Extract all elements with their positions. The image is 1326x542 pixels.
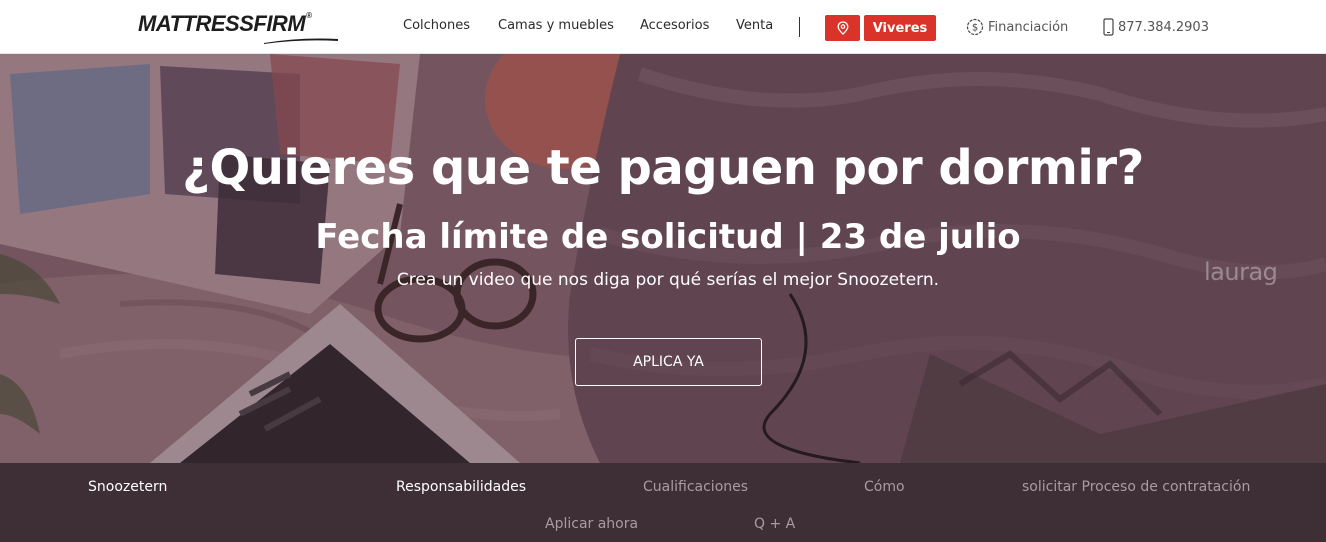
section-nav-cualificaciones[interactable]: Cualificaciones (643, 479, 748, 495)
phone-number: 877.384.2903 (1118, 19, 1209, 35)
section-nav-qa[interactable]: Q + A (754, 516, 795, 532)
mattress-firm-logo[interactable]: MATTRESSFIRM® (138, 11, 338, 44)
site-header: MATTRESSFIRM® Colchones Camas y muebles … (0, 0, 1326, 54)
phone-link[interactable]: 877.384.2903 (1103, 17, 1209, 37)
hero-subtitle: Fecha límite de solicitud | 23 de julio (315, 217, 1021, 257)
nav-item-camas-y-muebles[interactable]: Camas y muebles (498, 18, 614, 33)
section-nav-snoozetern[interactable]: Snoozetern (88, 479, 167, 495)
nav-item-accesorios[interactable]: Accesorios (640, 18, 709, 33)
logo-text-firm: FIRM (253, 11, 306, 36)
nav-divider (799, 17, 800, 37)
section-nav: Snoozetern Responsabilidades Cualificaci… (0, 463, 1326, 542)
section-nav-aplicar-ahora[interactable]: Aplicar ahora (545, 516, 638, 532)
hero-title: ¿Quieres que te paguen por dormir? (182, 140, 1144, 196)
svg-text:$: $ (972, 23, 978, 34)
map-pin-icon (837, 21, 848, 35)
hero-banner: ¿Quieres que te paguen por dormir? Fecha… (0, 54, 1326, 463)
financing-label: Financiación (988, 19, 1069, 35)
store-locator-button[interactable] (825, 15, 860, 41)
section-nav-proceso-contratacion[interactable]: solicitar Proceso de contratación (1022, 479, 1250, 495)
logo-swoosh-icon (264, 38, 338, 44)
photo-watermark: laurag (1204, 258, 1278, 286)
hero-description: Crea un video que nos diga por qué sería… (396, 270, 940, 290)
logo-registered-mark: ® (306, 11, 312, 20)
mobile-phone-icon (1103, 18, 1114, 36)
section-nav-responsabilidades[interactable]: Responsabilidades (396, 479, 526, 495)
logo-text-mattress: MATTRESS (138, 11, 254, 36)
financing-link[interactable]: $ Financiación (966, 17, 1068, 37)
apply-now-button[interactable]: APLICA YA (575, 338, 762, 386)
nav-item-venta[interactable]: Venta (736, 18, 773, 33)
stores-button[interactable]: Viveres (864, 15, 936, 41)
hero-overlay (0, 54, 1326, 463)
nav-item-colchones[interactable]: Colchones (403, 18, 470, 33)
section-nav-como[interactable]: Cómo (864, 479, 905, 495)
dollar-circle-icon: $ (966, 18, 984, 36)
